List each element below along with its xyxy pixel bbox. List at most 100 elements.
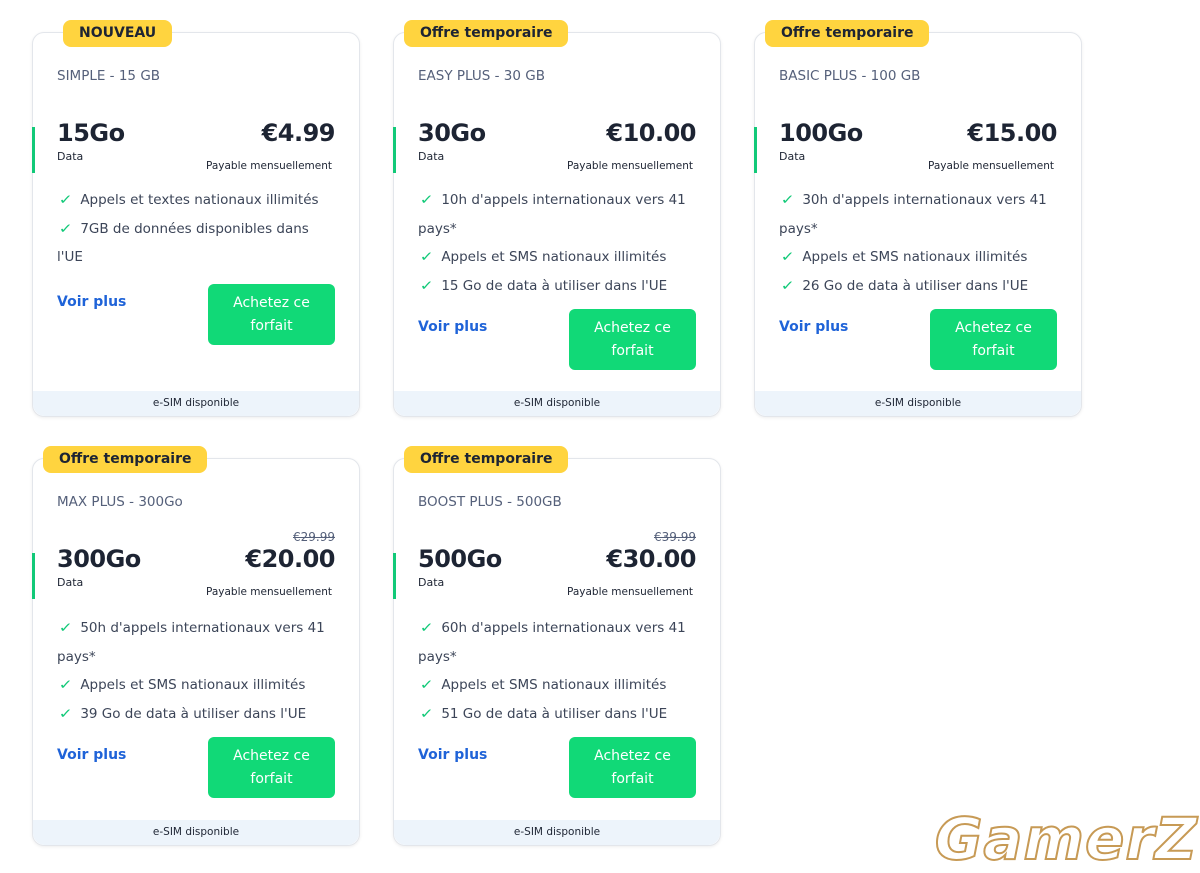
feature-text: 10h d'appels internationaux vers 41 pays… <box>418 192 686 237</box>
check-icon: ✓ <box>419 677 434 693</box>
plan-card: Offre temporaire EASY PLUS - 30 GB 30Go … <box>393 20 721 417</box>
esim-footer: e-SIM disponible <box>755 391 1081 416</box>
buy-plan-button[interactable]: Achetez ce forfait <box>569 737 696 798</box>
plan-data-label: Data <box>418 576 445 589</box>
feature-text: 60h d'appels internationaux vers 41 pays… <box>418 620 686 665</box>
feature-text: 15 Go de data à utiliser dans l'UE <box>441 277 668 294</box>
feature-item: ✓ 15 Go de data à utiliser dans l'UE <box>418 272 696 301</box>
check-icon: ✓ <box>780 192 795 208</box>
buy-plan-label: Achetez ce forfait <box>594 747 671 787</box>
plan-data-amount: 15Go <box>57 119 125 147</box>
plan-data-amount: 100Go <box>779 119 863 147</box>
see-more-link[interactable]: Voir plus <box>418 319 487 335</box>
feature-text: Appels et SMS nationaux illimités <box>441 677 667 693</box>
accent-bar <box>754 127 757 173</box>
plan-price: €15.00 <box>967 119 1057 147</box>
check-icon: ✓ <box>419 620 434 636</box>
buy-plan-button[interactable]: Achetez ce forfait <box>569 309 696 370</box>
plan-badge: Offre temporaire <box>43 446 208 473</box>
plan-card: Offre temporaire BASIC PLUS - 100 GB 100… <box>754 20 1082 417</box>
feature-list: ✓ Appels et textes nationaux illimités ✓ 7… <box>57 186 335 272</box>
feature-item: ✓ 30h d'appels internationaux vers 41 pay… <box>779 186 1057 243</box>
plan-name: MAX PLUS - 300Go <box>57 494 183 510</box>
buy-plan-label: Achetez ce forfait <box>233 747 310 787</box>
plan-price: €30.00 <box>606 545 696 573</box>
plan-data-label: Data <box>57 150 84 163</box>
feature-item: ✓ 10h d'appels internationaux vers 41 pay… <box>418 186 696 243</box>
check-icon: ✓ <box>419 277 434 294</box>
check-icon: ✓ <box>419 705 434 722</box>
feature-item: ✓ 39 Go de data à utiliser dans l'UE <box>57 700 335 729</box>
feature-text: 30h d'appels internationaux vers 41 pays… <box>779 192 1047 237</box>
plan-card: NOUVEAU SIMPLE - 15 GB 15Go Data €4.99 P… <box>32 20 360 417</box>
feature-item: ✓ Appels et textes nationaux illimités <box>57 186 335 215</box>
plan-name: BASIC PLUS - 100 GB <box>779 68 921 84</box>
feature-item: ✓ Appels et SMS nationaux illimités <box>779 243 1057 272</box>
see-more-link[interactable]: Voir plus <box>418 747 487 763</box>
buy-plan-button[interactable]: Achetez ce forfait <box>208 284 335 345</box>
esim-footer: e-SIM disponible <box>33 820 359 845</box>
feature-text: 26 Go de data à utiliser dans l'UE <box>802 277 1029 294</box>
payment-frequency: Payable mensuellement <box>205 586 332 598</box>
feature-text: 50h d'appels internationaux vers 41 pays… <box>57 620 325 665</box>
esim-footer: e-SIM disponible <box>394 391 720 416</box>
check-icon: ✓ <box>58 620 73 636</box>
feature-item: ✓ Appels et SMS nationaux illimités <box>57 671 335 700</box>
buy-plan-button[interactable]: Achetez ce forfait <box>208 737 335 798</box>
plan-price: €10.00 <box>606 119 696 147</box>
plan-price: €4.99 <box>261 119 336 147</box>
check-icon: ✓ <box>58 192 73 208</box>
feature-item: ✓ 60h d'appels internationaux vers 41 pay… <box>418 614 696 671</box>
esim-footer: e-SIM disponible <box>394 820 720 845</box>
plan-name: BOOST PLUS - 500GB <box>418 494 562 510</box>
see-more-link[interactable]: Voir plus <box>779 319 848 335</box>
feature-item: ✓ 51 Go de data à utiliser dans l'UE <box>418 700 696 729</box>
esim-footer: e-SIM disponible <box>33 391 359 416</box>
check-icon: ✓ <box>419 249 434 265</box>
plan-name: SIMPLE - 15 GB <box>57 68 161 84</box>
check-icon: ✓ <box>780 277 795 294</box>
feature-item: ✓ Appels et SMS nationaux illimités <box>418 671 696 700</box>
buy-plan-label: Achetez ce forfait <box>594 319 671 359</box>
payment-frequency: Payable mensuellement <box>566 160 693 172</box>
plan-name: EASY PLUS - 30 GB <box>418 68 545 84</box>
feature-text: Appels et SMS nationaux illimités <box>802 249 1028 265</box>
plan-data-label: Data <box>779 150 806 163</box>
plan-badge: Offre temporaire <box>404 20 569 47</box>
buy-plan-label: Achetez ce forfait <box>955 319 1032 359</box>
watermark-logo: GamerZ <box>934 804 1198 873</box>
accent-bar <box>32 553 35 599</box>
plan-badge: Offre temporaire <box>765 20 930 47</box>
feature-text: Appels et SMS nationaux illimités <box>80 677 306 693</box>
feature-item: ✓ 26 Go de data à utiliser dans l'UE <box>779 272 1057 301</box>
feature-item: ✓ 50h d'appels internationaux vers 41 pay… <box>57 614 335 671</box>
see-more-link[interactable]: Voir plus <box>57 294 126 310</box>
plan-data-amount: 300Go <box>57 545 141 573</box>
plan-card: Offre temporaire BOOST PLUS - 500GB 500G… <box>393 446 721 846</box>
accent-bar <box>393 127 396 173</box>
feature-list: ✓ 60h d'appels internationaux vers 41 pay… <box>418 614 696 728</box>
check-icon: ✓ <box>419 192 434 208</box>
plan-data-label: Data <box>418 150 445 163</box>
feature-item: ✓ 7GB de données disponibles dans l'UE <box>57 215 335 272</box>
plan-data-label: Data <box>57 576 84 589</box>
check-icon: ✓ <box>58 220 73 237</box>
buy-plan-label: Achetez ce forfait <box>233 294 310 334</box>
check-icon: ✓ <box>58 677 73 693</box>
see-more-link[interactable]: Voir plus <box>57 747 126 763</box>
buy-plan-button[interactable]: Achetez ce forfait <box>930 309 1057 370</box>
payment-frequency: Payable mensuellement <box>927 160 1054 172</box>
accent-bar <box>32 127 35 173</box>
feature-list: ✓ 30h d'appels internationaux vers 41 pay… <box>779 186 1057 300</box>
feature-text: 39 Go de data à utiliser dans l'UE <box>80 705 307 722</box>
plan-card: Offre temporaire MAX PLUS - 300Go 300Go … <box>32 446 360 846</box>
feature-list: ✓ 10h d'appels internationaux vers 41 pay… <box>418 186 696 300</box>
feature-text: 7GB de données disponibles dans l'UE <box>57 220 309 266</box>
check-icon: ✓ <box>780 249 795 265</box>
feature-text: Appels et textes nationaux illimités <box>80 192 319 208</box>
payment-frequency: Payable mensuellement <box>566 586 693 598</box>
check-icon: ✓ <box>58 705 73 722</box>
feature-item: ✓ Appels et SMS nationaux illimités <box>418 243 696 272</box>
feature-text: Appels et SMS nationaux illimités <box>441 249 667 265</box>
plan-badge: Offre temporaire <box>404 446 569 473</box>
